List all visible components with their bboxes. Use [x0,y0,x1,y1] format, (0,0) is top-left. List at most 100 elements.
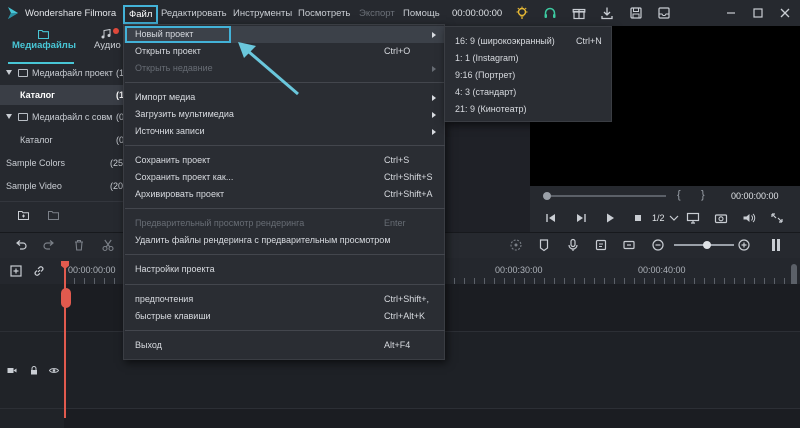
menu-view[interactable]: Посмотреть [298,8,350,19]
zoom-slider-handle[interactable] [703,241,711,249]
playback-ratio-select[interactable]: 1/2 [652,213,665,223]
link-icon[interactable] [32,264,46,278]
file-menu-item[interactable]: Сохранить проект как... Ctrl+Shift+S [124,169,444,186]
camera-snapshot-icon[interactable] [714,212,728,224]
headset-icon[interactable] [543,6,557,20]
cut-icon[interactable] [101,238,115,252]
eye-icon[interactable] [49,366,59,375]
submenu-arrow-icon [432,66,436,72]
playhead-marker[interactable] [61,288,71,308]
maximize-icon[interactable] [751,6,765,20]
file-menu-item[interactable]: Удалить файлы рендеринга с предварительн… [124,232,444,249]
seek-bar[interactable] [551,195,666,197]
file-menu-item[interactable]: Выход Alt+F4 [124,337,444,354]
mark-in-button[interactable]: { [677,189,681,201]
stop-icon[interactable] [631,212,645,224]
tree-item-sample-video[interactable]: Sample Video (20 [0,177,130,195]
track-header-column [0,284,64,428]
delete-icon[interactable] [72,238,86,252]
menu-item-label: Выход [135,340,162,350]
tree-item-catalog[interactable]: Каталог (0 [0,131,130,149]
file-menu-item[interactable]: Загрузить мультимедиа [124,106,444,123]
gift-icon[interactable] [572,6,586,20]
tab-audio[interactable]: Аудио [94,40,121,51]
folder-icon [37,29,50,40]
menu-item-shortcut: Ctrl+Alt+K [384,311,426,321]
tree-item-label: Медиафайл с совм [32,112,113,122]
file-menu-item[interactable]: Архивировать проект Ctrl+Shift+A [124,186,444,203]
new-folder-icon[interactable] [18,210,29,220]
render-icon[interactable] [509,238,523,252]
tree-item-count: (20 [110,181,124,191]
menu-edit[interactable]: Редактировать [161,8,227,19]
menu-export[interactable]: Экспорт [359,8,395,19]
marker-icon[interactable] [537,238,551,252]
new-project-submenu: 16: 9 (широкоэкранный) Ctrl+N 1: 1 (Instag… [444,26,612,122]
add-track-icon[interactable] [9,264,23,278]
pause-icon[interactable] [769,238,783,252]
file-menu-item[interactable]: Настройки проекта [124,261,444,278]
expand-arrow-icon[interactable] [6,114,12,119]
ruler-label-start: 00:00:00:00 [68,265,116,275]
file-menu-item[interactable]: быстрые клавиши Ctrl+Alt+K [124,308,444,325]
folder-icon [18,69,28,77]
media-panel: Медиафайлы Аудио Медиафайл проект (1 Кат… [0,26,130,232]
aspect-ratio-option[interactable]: 21: 9 (Кинотеатр) [445,101,611,118]
playhead[interactable] [64,262,66,418]
bulb-icon[interactable] [515,6,529,20]
file-menu-item[interactable]: предпочтения Ctrl+Shift+, [124,291,444,308]
volume-icon[interactable] [742,212,756,224]
menu-separator [125,284,445,285]
seek-handle[interactable] [543,192,551,200]
ruler-label-30s: 00:00:30:00 [495,265,543,275]
lock-icon[interactable] [29,366,39,375]
zoom-in-icon[interactable] [737,238,751,252]
submenu-arrow-icon [432,129,436,135]
aspect-ratio-option[interactable]: 9:16 (Портрет) [445,67,611,84]
undo-icon[interactable] [14,238,28,252]
aspect-ratio-option[interactable]: 4: 3 (стандарт) [445,84,611,101]
expand-arrow-icon[interactable] [6,70,12,75]
save-icon[interactable] [629,6,643,20]
tree-item-shared-media[interactable]: Медиафайл с совм (0 [0,108,130,126]
download-icon[interactable] [600,6,614,20]
menu-separator [125,330,445,331]
zoom-out-icon[interactable] [651,238,665,252]
tree-item-project-media[interactable]: Медиафайл проект (1 [0,64,130,82]
fullscreen-icon[interactable] [770,212,784,224]
close-icon[interactable] [778,6,792,20]
step-forward-icon[interactable] [574,212,588,224]
menu-help[interactable]: Помощь [403,8,440,19]
aspect-ratio-option[interactable]: 1: 1 (Instagram) [445,50,611,67]
app-title: Wondershare Filmora [25,8,117,19]
menu-item-label: Архивировать проект [135,189,225,199]
tree-item-sample-colors[interactable]: Sample Colors (25 [0,154,130,172]
ruler-label-40s: 00:00:40:00 [638,265,686,275]
music-note-icon [101,28,112,39]
microphone-icon[interactable] [566,238,580,252]
tab-media[interactable]: Медиафайлы [12,40,76,51]
tree-item-label: Sample Colors [6,158,66,168]
menu-separator [125,254,445,255]
redo-icon[interactable] [42,238,56,252]
notification-icon[interactable] [657,6,671,20]
aspect-ratio-option[interactable]: 16: 9 (широкоэкранный) Ctrl+N [445,33,611,50]
submenu-arrow-icon [432,112,436,118]
minimize-icon[interactable] [724,6,738,20]
step-back-icon[interactable] [544,212,558,224]
snapshot-icon[interactable] [622,238,636,252]
menu-item-label: быстрые клавиши [135,311,211,321]
monitor-icon[interactable] [686,212,700,224]
mark-out-button[interactable]: } [701,189,705,201]
chevron-down-icon[interactable] [667,212,681,224]
folder-outline-icon[interactable] [48,210,59,220]
file-menu-item[interactable]: Источник записи [124,123,444,140]
tree-item-catalog-selected[interactable]: Каталог (1 [0,85,130,105]
file-menu-item[interactable]: Сохранить проект Ctrl+S [124,152,444,169]
audio-badge [113,28,119,34]
menu-tools[interactable]: Инструменты [233,8,292,19]
menu-file[interactable]: Файл [123,5,159,24]
voiceover-icon[interactable] [594,238,608,252]
submenu-item-label: 4: 3 (стандарт) [455,87,517,97]
play-icon[interactable] [603,212,617,224]
